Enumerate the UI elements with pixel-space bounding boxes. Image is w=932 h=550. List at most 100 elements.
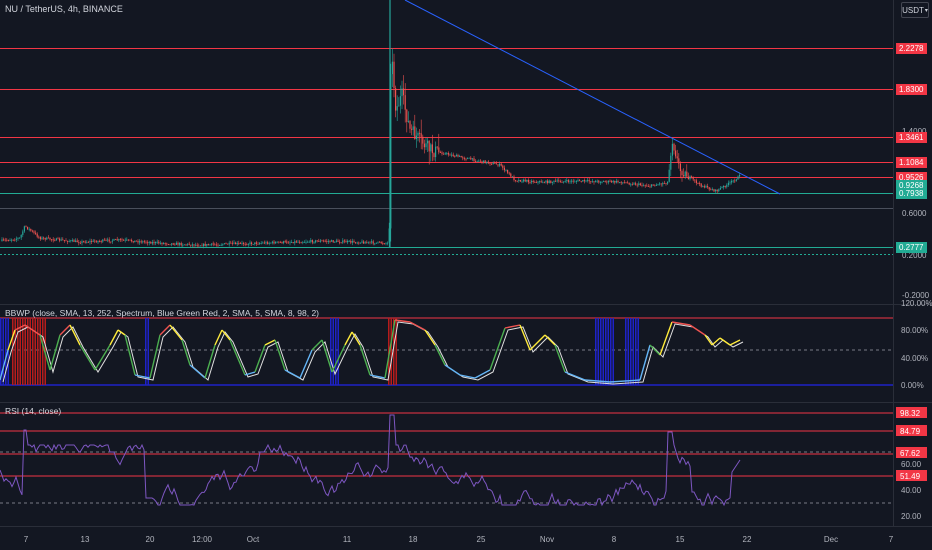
currency-selector[interactable]: USDT ▾ [901, 2, 929, 18]
rsi-pane[interactable] [0, 412, 893, 507]
candle [363, 241, 365, 244]
candle [606, 181, 608, 183]
candle [350, 240, 352, 243]
candle [230, 242, 232, 244]
main-price-pane[interactable] [0, 0, 893, 255]
candle [175, 242, 177, 245]
candle [545, 180, 547, 183]
candle [284, 241, 286, 243]
candle [15, 238, 17, 240]
candle [548, 180, 550, 184]
candle [676, 156, 678, 159]
candle [625, 182, 627, 184]
candle [443, 153, 445, 155]
bbwp-low-bar [332, 318, 334, 385]
candle [510, 173, 512, 177]
time-tick: 12:00 [192, 535, 213, 544]
bbwp-segment [69, 324, 81, 346]
candle [289, 242, 291, 244]
candle [182, 244, 184, 246]
candle [590, 181, 592, 183]
candle [171, 243, 173, 245]
candle [487, 161, 489, 164]
candle [595, 181, 597, 183]
candle [191, 244, 193, 246]
time-tick: Oct [247, 535, 260, 544]
candle [577, 180, 579, 182]
bbwp-segment [109, 329, 119, 346]
candle [172, 243, 174, 245]
candle [273, 241, 275, 244]
candle [671, 143, 673, 156]
bbwp-pane[interactable] [0, 317, 893, 386]
candle [243, 242, 245, 244]
candle [537, 181, 539, 183]
candle [532, 180, 534, 183]
candle [110, 241, 112, 243]
candle [361, 241, 363, 243]
candle [111, 240, 113, 242]
candle [403, 88, 405, 96]
candle [207, 244, 209, 245]
candle [355, 242, 357, 244]
candle [323, 240, 325, 242]
candle [14, 239, 16, 241]
bbwp-title[interactable]: BBWP (close, SMA, 13, 252, Spectrum, Blu… [5, 308, 319, 318]
candle [150, 242, 152, 244]
bbwp-segment [124, 334, 136, 376]
candle [703, 186, 705, 188]
candle [331, 240, 333, 242]
bbwp-high-bar [27, 318, 29, 385]
candle [307, 241, 309, 243]
candle [665, 183, 667, 184]
candle [734, 180, 736, 182]
symbol-title[interactable]: NU / TetherUS, 4h, BINANCE [5, 4, 123, 14]
bbwp-low-bar [335, 318, 337, 385]
candle [73, 240, 75, 242]
candle [139, 241, 141, 243]
candle [481, 161, 483, 163]
candle [635, 183, 637, 185]
candle [444, 153, 446, 155]
candle [63, 239, 65, 241]
candle [76, 240, 78, 243]
candle [395, 88, 397, 111]
trendline[interactable] [404, 0, 781, 195]
candle [542, 182, 544, 184]
candle [617, 181, 619, 183]
bbwp-low-bar [145, 318, 147, 385]
candle [697, 183, 699, 184]
candle [367, 241, 369, 243]
candle [555, 180, 557, 182]
candle [668, 169, 670, 182]
candle [119, 239, 121, 240]
candle [244, 243, 246, 245]
bbwp-low-bar [627, 318, 629, 385]
price-axis[interactable]: 1.4000 0.6000 0.2000 -0.2000 2.22781.830… [896, 43, 932, 521]
time-tick: 15 [676, 535, 685, 544]
candle [164, 243, 166, 244]
candle [190, 244, 192, 246]
bbwp-extreme-bars [0, 318, 639, 385]
candle [729, 182, 731, 184]
candle [86, 241, 88, 243]
candle [294, 241, 296, 244]
candle [36, 233, 38, 237]
candle [3, 239, 5, 241]
candle [315, 240, 317, 243]
candle [271, 241, 273, 243]
rsi-title[interactable]: RSI (14, close) [5, 406, 61, 416]
time-axis[interactable]: 7 13 20 12:00 Oct 11 18 25 Nov 8 15 22 Dec 7 [24, 535, 894, 544]
bbwp-segment [344, 331, 353, 346]
candle [620, 182, 622, 184]
candle [646, 185, 648, 187]
candle [251, 242, 253, 245]
candle [310, 240, 312, 242]
candle [731, 180, 733, 183]
candle [52, 239, 54, 241]
candle [414, 126, 416, 140]
candle [107, 239, 109, 241]
bbwp-low-bar [337, 318, 339, 385]
bbwp-high-bar [390, 318, 392, 385]
chart-canvas[interactable]: 1.4000 0.6000 0.2000 -0.2000 2.22781.830… [0, 0, 932, 550]
